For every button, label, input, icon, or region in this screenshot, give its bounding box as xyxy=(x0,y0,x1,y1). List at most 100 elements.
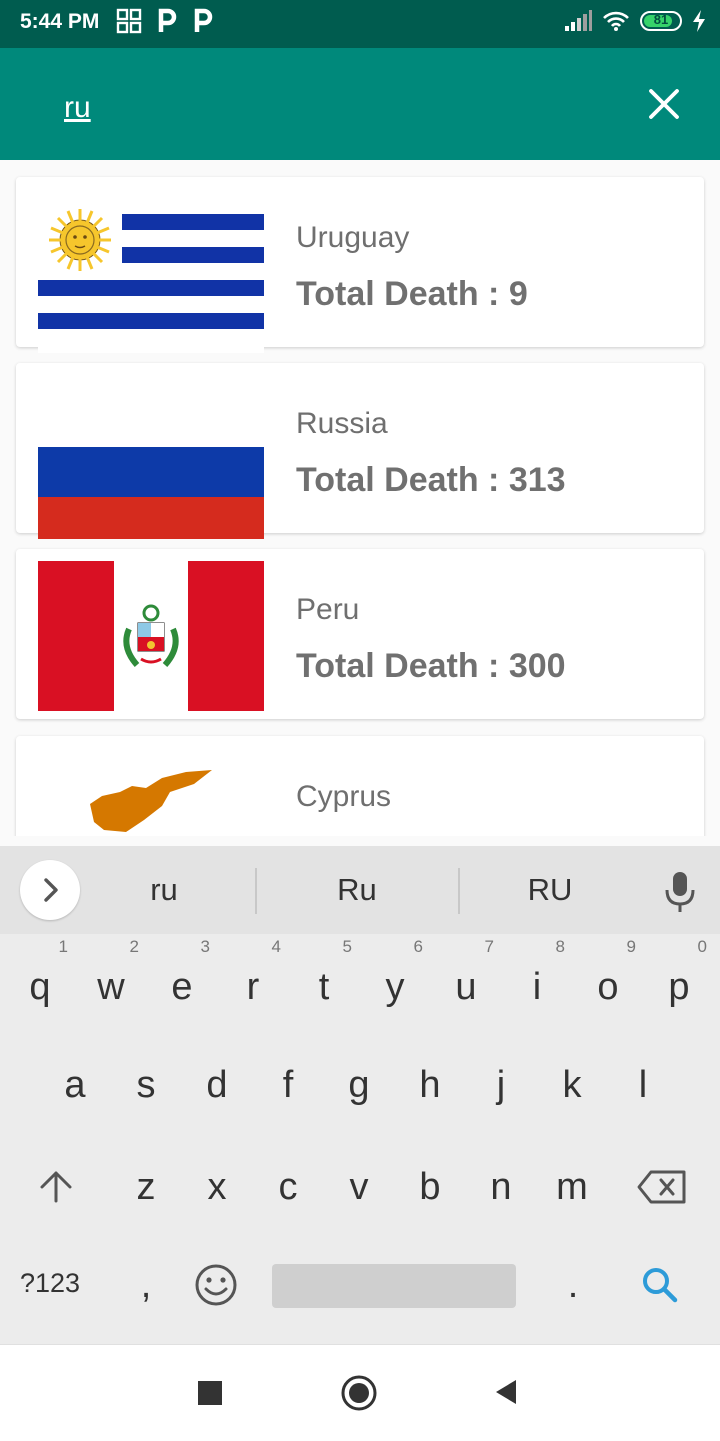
backspace-icon xyxy=(637,1170,686,1204)
key-n[interactable]: n xyxy=(471,1152,531,1222)
symbols-key[interactable]: ?123 xyxy=(20,1268,80,1299)
uruguay-flag xyxy=(38,203,264,353)
search-key[interactable] xyxy=(630,1250,690,1320)
key-l[interactable]: l xyxy=(613,1050,673,1120)
battery-level: 81 xyxy=(653,12,669,27)
key-label: w xyxy=(97,966,125,1008)
country-name: Peru xyxy=(296,593,360,626)
key-t[interactable]: t5 xyxy=(294,938,354,1022)
shift-key[interactable] xyxy=(26,1152,86,1222)
key-z[interactable]: z xyxy=(116,1152,176,1222)
key-h[interactable]: h xyxy=(400,1050,460,1120)
suggestion-3[interactable]: RU xyxy=(460,872,640,908)
home-icon[interactable] xyxy=(341,1375,377,1411)
soft-keyboard: ru Ru RU q1 w2 e3 r4 t5 y6 u7 i8 o9 p0 a… xyxy=(0,846,720,1344)
key-label: q xyxy=(29,966,51,1008)
country-name: Russia xyxy=(296,407,388,440)
key-label: t xyxy=(318,966,330,1008)
status-bar: 5:44 PM 81 xyxy=(0,0,720,48)
recents-icon[interactable] xyxy=(198,1381,222,1405)
mic-icon[interactable] xyxy=(660,870,700,914)
key-hint: 7 xyxy=(484,937,494,956)
status-time: 5:44 PM xyxy=(20,10,100,33)
key-hint: 2 xyxy=(129,937,139,956)
backspace-key[interactable] xyxy=(630,1152,694,1222)
p-app-icon xyxy=(194,8,213,32)
key-g[interactable]: g xyxy=(329,1050,389,1120)
key-x[interactable]: x xyxy=(187,1152,247,1222)
key-f[interactable]: f xyxy=(258,1050,318,1120)
signal-icon xyxy=(565,10,592,31)
key-w[interactable]: w2 xyxy=(81,938,141,1022)
key-u[interactable]: u7 xyxy=(436,938,496,1022)
suggestion-divider xyxy=(255,868,257,914)
key-hint: 8 xyxy=(555,937,565,956)
key-y[interactable]: y6 xyxy=(365,938,425,1022)
key-label: o xyxy=(597,966,619,1008)
peru-flag xyxy=(38,561,264,711)
key-hint: 1 xyxy=(58,937,68,956)
space-key[interactable] xyxy=(272,1264,516,1308)
key-q[interactable]: q1 xyxy=(10,938,70,1022)
country-card-russia[interactable]: Russia Total Death : 313 xyxy=(16,363,704,539)
key-label: e xyxy=(171,966,193,1008)
key-p[interactable]: p0 xyxy=(649,938,709,1022)
close-search-button[interactable] xyxy=(646,86,682,122)
emoji-key[interactable] xyxy=(186,1250,246,1320)
key-o[interactable]: o9 xyxy=(578,938,638,1022)
p-app-icon xyxy=(158,8,177,32)
battery-icon: 81 xyxy=(640,11,682,31)
shift-icon xyxy=(40,1171,72,1203)
key-e[interactable]: e3 xyxy=(152,938,212,1022)
expand-suggestions-button[interactable] xyxy=(20,860,80,920)
back-icon[interactable] xyxy=(494,1378,518,1406)
chevron-right-icon xyxy=(44,878,58,902)
key-hint: 4 xyxy=(271,937,281,956)
period-key[interactable]: . xyxy=(543,1250,603,1320)
key-v[interactable]: v xyxy=(329,1152,389,1222)
key-m[interactable]: m xyxy=(542,1152,602,1222)
cyprus-flag xyxy=(38,762,264,836)
key-i[interactable]: i8 xyxy=(507,938,567,1022)
wifi-icon xyxy=(603,11,629,31)
key-label: y xyxy=(385,966,405,1008)
key-k[interactable]: k xyxy=(542,1050,602,1120)
search-input[interactable] xyxy=(64,86,584,130)
notification-grid-icon xyxy=(116,8,142,34)
key-label: u xyxy=(455,966,477,1008)
key-b[interactable]: b xyxy=(400,1152,460,1222)
key-a[interactable]: a xyxy=(45,1050,105,1120)
suggestion-strip: ru Ru RU xyxy=(0,846,720,934)
emoji-icon xyxy=(195,1264,237,1306)
key-label: p xyxy=(668,966,690,1008)
key-s[interactable]: s xyxy=(116,1050,176,1120)
country-name: Uruguay xyxy=(296,221,410,254)
key-hint: 6 xyxy=(413,937,423,956)
key-label: r xyxy=(246,966,260,1008)
key-hint: 0 xyxy=(697,937,707,956)
navigation-bar xyxy=(0,1344,720,1441)
country-name: Cyprus xyxy=(296,780,392,813)
suggestion-1[interactable]: ru xyxy=(74,872,254,908)
comma-key[interactable]: , xyxy=(116,1250,176,1320)
country-card-cyprus[interactable]: Cyprus xyxy=(16,736,704,836)
key-d[interactable]: d xyxy=(187,1050,247,1120)
key-r[interactable]: r4 xyxy=(223,938,283,1022)
key-hint: 3 xyxy=(200,937,210,956)
total-death-count: Total Death : 300 xyxy=(296,647,566,685)
total-death-count: Total Death : 9 xyxy=(296,275,528,313)
russia-flag xyxy=(38,389,264,539)
country-card-uruguay[interactable]: Uruguay Total Death : 9 xyxy=(16,177,704,353)
key-j[interactable]: j xyxy=(471,1050,531,1120)
suggestion-2[interactable]: Ru xyxy=(267,872,447,908)
key-hint: 5 xyxy=(342,937,352,956)
country-card-peru[interactable]: Peru Total Death : 300 xyxy=(16,549,704,719)
charging-icon xyxy=(693,10,705,32)
country-list[interactable]: Uruguay Total Death : 9 Russia Total Dea… xyxy=(0,160,720,836)
key-label: i xyxy=(532,966,542,1008)
search-app-bar xyxy=(0,48,720,160)
close-icon xyxy=(649,89,679,119)
key-c[interactable]: c xyxy=(258,1152,318,1222)
total-death-count: Total Death : 313 xyxy=(296,461,566,499)
search-icon xyxy=(643,1268,678,1303)
